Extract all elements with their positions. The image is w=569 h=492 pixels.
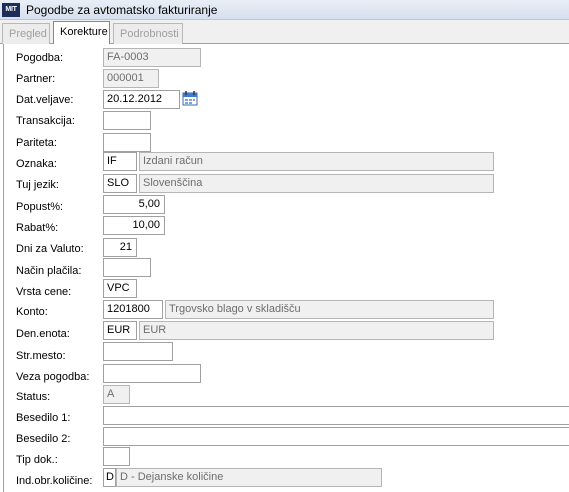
den-enota-description: EUR <box>139 321 494 340</box>
veza-pogodba-label: Veza pogodba: <box>16 371 90 383</box>
window-title: Pogodbe za avtomatsko fakturiranje <box>26 3 218 17</box>
konto-code-field[interactable]: 1201800 <box>103 300 163 319</box>
pariteta-label: Pariteta: <box>16 137 57 149</box>
rabat-label: Rabat%: <box>16 222 59 234</box>
tip-dok-label: Tip dok.: <box>16 454 58 466</box>
pariteta-field[interactable] <box>103 133 151 152</box>
veza-pogodba-field[interactable] <box>103 364 201 383</box>
partner-label: Partner: <box>16 73 56 85</box>
popust-label: Popust%: <box>16 201 64 213</box>
den-enota-code-field[interactable]: EUR <box>103 321 137 340</box>
besedilo-2-field[interactable] <box>103 427 569 446</box>
oznaka-description: Izdani račun <box>139 152 494 171</box>
calendar-icon[interactable] <box>182 91 198 106</box>
status-label: Status: <box>16 391 51 403</box>
str-mesto-field[interactable] <box>103 342 173 361</box>
tuj-jezik-label: Tuj jezik: <box>16 179 59 191</box>
transakcija-field[interactable] <box>103 111 151 130</box>
dni-za-valuto-label: Dni za Valuto: <box>16 243 84 255</box>
tab-korekture[interactable]: Korekture <box>53 21 110 45</box>
konto-description: Trgovsko blago v skladišču <box>165 300 494 319</box>
tuj-jezik-code-field[interactable]: SLO <box>103 174 137 193</box>
dat-veljave-field[interactable]: 20.12.2012 <box>103 90 180 109</box>
nacin-placila-field[interactable] <box>103 258 151 277</box>
partner-field[interactable]: 000001 <box>103 69 159 88</box>
transakcija-label: Transakcija: <box>16 115 75 127</box>
besedilo-1-label: Besedilo 1: <box>16 412 71 424</box>
ind-obr-kolicine-code-field[interactable]: D <box>103 468 116 487</box>
tip-dok-field[interactable] <box>103 447 130 466</box>
dat-veljave-label: Dat.veljave: <box>16 94 74 106</box>
den-enota-label: Den.enota: <box>16 328 70 340</box>
pogodba-label: Pogodba: <box>16 52 64 64</box>
oznaka-code-field[interactable]: IF <box>103 152 137 171</box>
popust-field[interactable]: 5,00 <box>103 195 165 214</box>
tab-podrobnosti[interactable]: Podrobnosti <box>113 23 183 44</box>
nacin-placila-label: Način plačila: <box>16 265 82 277</box>
ind-obr-kolicine-label: Ind.obr.količine: <box>16 475 93 487</box>
rabat-field[interactable]: 10,00 <box>103 216 165 235</box>
tab-pregled[interactable]: Pregled <box>2 23 50 44</box>
korekture-panel: Pogodba: FA-0003 Partner: 000001 Dat.vel… <box>3 44 569 492</box>
besedilo-1-field[interactable] <box>103 406 569 425</box>
title-bar: MIT Pogodbe za avtomatsko fakturiranje <box>0 0 569 20</box>
app-logo-icon: MIT <box>2 3 20 17</box>
dni-za-valuto-field[interactable]: 21 <box>103 238 137 257</box>
vrsta-cene-label: Vrsta cene: <box>16 286 72 298</box>
oznaka-label: Oznaka: <box>16 158 57 170</box>
pogodba-field[interactable]: FA-0003 <box>103 48 201 67</box>
str-mesto-label: Str.mesto: <box>16 350 66 362</box>
tuj-jezik-description: Slovenščina <box>139 174 494 193</box>
ind-obr-kolicine-description: D - Dejanske količine <box>116 468 382 487</box>
besedilo-2-label: Besedilo 2: <box>16 433 71 445</box>
konto-label: Konto: <box>16 306 48 318</box>
status-field[interactable]: A <box>103 385 130 404</box>
vrsta-cene-field[interactable]: VPC <box>103 279 137 298</box>
tab-strip: Pregled Korekture Podrobnosti <box>0 20 569 45</box>
